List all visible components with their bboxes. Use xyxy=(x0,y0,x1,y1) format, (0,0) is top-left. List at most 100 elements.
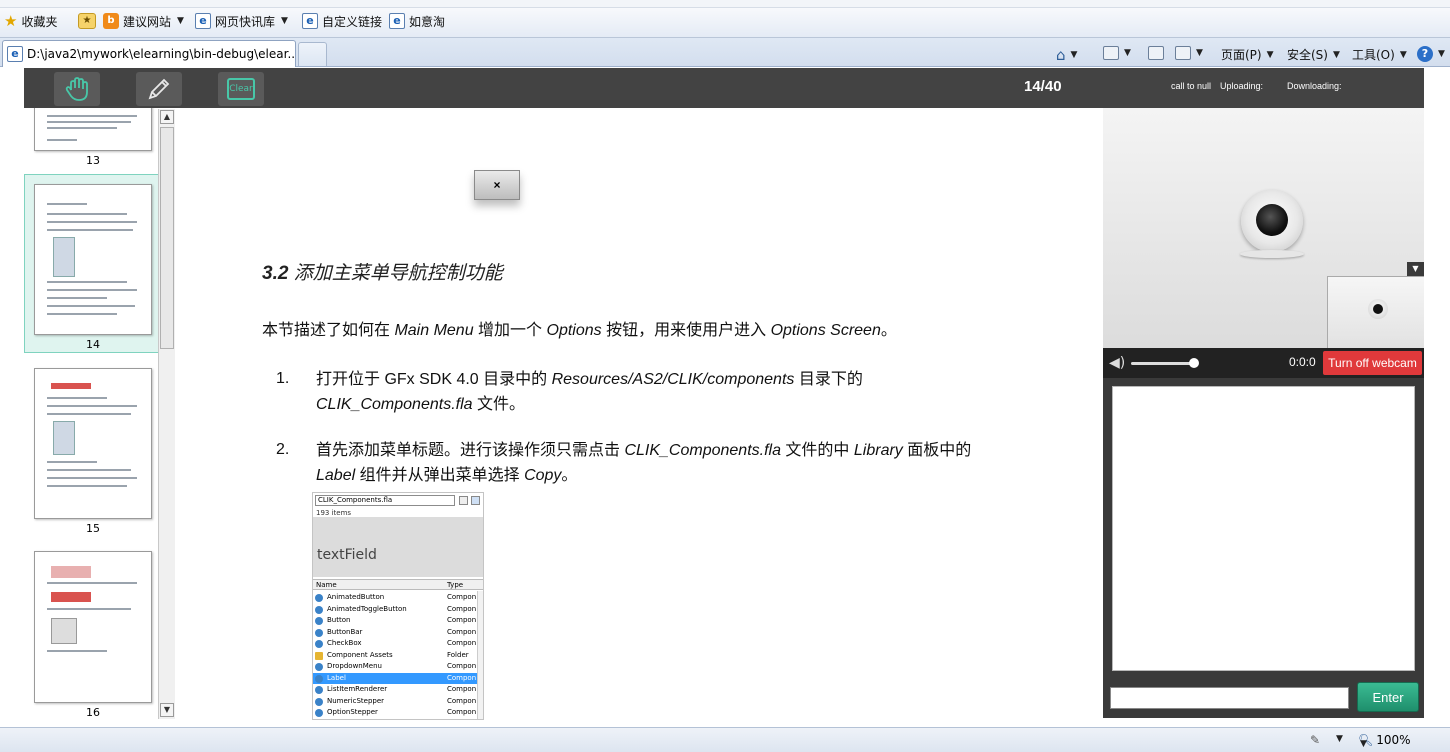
scrollbar-thumb[interactable] xyxy=(160,127,174,349)
component-icon xyxy=(315,686,323,694)
step-run: 文件。 xyxy=(472,396,525,413)
print-button[interactable]: ▼ xyxy=(1175,46,1203,60)
component-icon xyxy=(315,640,323,648)
feeds-button[interactable]: ▼ xyxy=(1103,46,1131,60)
close-button[interactable]: × xyxy=(474,170,520,200)
pen-tool-button[interactable] xyxy=(136,72,182,106)
chevron-down-icon: ▼ xyxy=(1266,49,1274,60)
enter-button[interactable]: Enter xyxy=(1357,682,1419,712)
component-icon xyxy=(315,663,323,671)
zoom-control[interactable]: 🔍︎ 100% ▼ xyxy=(1358,733,1411,749)
thumbnail-page-15[interactable] xyxy=(34,368,152,519)
library-row-name: AnimatedButton xyxy=(327,593,385,601)
step-term: CLIK_Components.fla xyxy=(316,396,473,413)
add-favorite-button[interactable]: ★ xyxy=(78,12,96,30)
fav-link-custom[interactable]: e 自定义链接 xyxy=(302,12,382,30)
chat-log xyxy=(1112,386,1415,671)
library-item-count: 193 items xyxy=(316,509,352,517)
library-row: ListItemRenderer Compon xyxy=(313,684,477,696)
help-menu[interactable]: ? ▼ xyxy=(1417,46,1445,62)
chevron-down-icon[interactable]: ▼ xyxy=(1336,734,1343,744)
library-row-type: Compon xyxy=(447,685,477,693)
chevron-down-icon: ▼ xyxy=(1332,49,1340,60)
step-number: 2. xyxy=(276,441,290,458)
status-bar: ✎ ▼ 🔍︎ 100% ▼ xyxy=(0,727,1450,752)
hand-tool-button[interactable] xyxy=(54,72,100,106)
mail-button[interactable] xyxy=(1148,46,1164,60)
library-row: OptionStepper Compon xyxy=(313,707,477,719)
step-run: 首先添加菜单标题。进行该操作须只需点击 xyxy=(316,442,625,459)
thumbnail-page-13[interactable] xyxy=(34,108,152,151)
webcam-base xyxy=(1240,250,1304,258)
safety-menu[interactable]: 安全(S) ▼ xyxy=(1287,46,1340,63)
speaker-icon[interactable]: ◀) xyxy=(1109,355,1125,371)
library-row: ButtonBar Compon xyxy=(313,627,477,639)
library-row: NumericStepper Compon xyxy=(313,696,477,708)
library-row-name: ButtonBar xyxy=(327,627,363,636)
fav-link-label: 如意淘 xyxy=(409,14,446,29)
library-row-name: OptionStepper xyxy=(327,708,378,716)
tab-active[interactable]: e D:\java2\mywork\elearning\bin-debug\el… xyxy=(2,40,296,67)
step-run: 面板中的 xyxy=(902,442,972,459)
thumbnail-page-16[interactable] xyxy=(34,551,152,703)
fav-link-webslice[interactable]: e 网页快讯库 ▼ xyxy=(195,12,288,30)
chat-input[interactable] xyxy=(1110,687,1349,709)
chevron-down-icon: ▼ xyxy=(1360,739,1367,749)
library-row-type: Compon xyxy=(447,696,477,705)
page-menu-label: 页面(P) xyxy=(1221,48,1262,62)
step-number: 1. xyxy=(276,370,290,387)
protected-mode-icon[interactable]: ✎ xyxy=(1310,733,1320,747)
chevron-down-icon: ▼ xyxy=(1070,50,1078,60)
chevron-down-icon: ▼ xyxy=(1438,49,1445,59)
library-row: Button Compon xyxy=(313,615,477,627)
webcam-small-icon xyxy=(1368,299,1388,319)
page-menu[interactable]: 页面(P) ▼ xyxy=(1221,46,1274,63)
intro-text: 本节描述了如何在 xyxy=(262,322,395,339)
scroll-down-arrow[interactable]: ▼ xyxy=(160,703,174,717)
add-to-favorites-icon: ★ xyxy=(78,13,96,29)
intro-term: Options Screen xyxy=(770,322,881,339)
thumbnail-page-14[interactable] xyxy=(34,184,152,335)
chevron-down-icon: ▼ xyxy=(1196,48,1203,58)
volume-slider[interactable] xyxy=(1131,362,1195,365)
volume-slider-knob[interactable] xyxy=(1189,358,1199,368)
fav-link-ruyitao[interactable]: e 如意淘 xyxy=(389,12,445,30)
fav-link-suggested[interactable]: b 建议网站 ▼ xyxy=(103,12,184,30)
web-slice-icon: e xyxy=(195,13,211,29)
thumbnail-scrollbar[interactable]: ▲ ▼ xyxy=(158,109,175,719)
folder-icon xyxy=(315,651,323,660)
library-preview-text: textField xyxy=(317,547,377,563)
chevron-down-icon: ▼ xyxy=(1399,49,1407,60)
library-col-name: Name xyxy=(316,581,337,589)
page-counter: 14/40 xyxy=(1024,78,1062,95)
ie-page-icon: e xyxy=(7,46,23,62)
clear-button[interactable]: Clear xyxy=(218,72,264,106)
new-tab-button[interactable] xyxy=(298,42,327,66)
library-file-select: CLIK_Components.fla xyxy=(315,495,455,506)
camera-dropdown-button[interactable]: ▼ xyxy=(1407,262,1424,276)
intro-paragraph: 本节描述了如何在 Main Menu 增加一个 Options 按钮，用来使用户… xyxy=(262,316,897,340)
ie-page-icon: e xyxy=(302,13,318,29)
tools-menu[interactable]: 工具(O) ▼ xyxy=(1352,46,1407,63)
thumbnail-label: 16 xyxy=(86,706,100,719)
webcam-time: 0:0:0 xyxy=(1289,355,1316,369)
library-row-name: CheckBox xyxy=(327,639,362,647)
home-button[interactable]: ⌂ ▼ xyxy=(1056,46,1077,64)
window-top-edge xyxy=(0,0,1450,8)
library-row-name: ListItemRenderer xyxy=(327,685,388,693)
component-icon xyxy=(315,674,323,683)
turn-off-webcam-button[interactable]: Turn off webcam xyxy=(1323,351,1422,375)
library-row-type: Compon xyxy=(447,708,477,716)
step-term: Label xyxy=(316,467,356,484)
intro-text: 增加一个 xyxy=(473,322,547,339)
safety-menu-label: 安全(S) xyxy=(1287,48,1328,62)
section-heading: 3.2 添加主菜单导航控制功能 xyxy=(262,258,503,285)
step-run: 组件并从弹出菜单选择 xyxy=(355,467,525,484)
printer-icon xyxy=(1175,46,1191,60)
clear-label: Clear xyxy=(227,78,255,100)
scroll-up-arrow[interactable]: ▲ xyxy=(160,110,174,124)
component-icon xyxy=(315,594,323,602)
favorites-button[interactable]: ★ 收藏夹 xyxy=(4,12,57,30)
component-icon xyxy=(315,617,323,625)
library-row: Label Compon xyxy=(313,672,477,684)
